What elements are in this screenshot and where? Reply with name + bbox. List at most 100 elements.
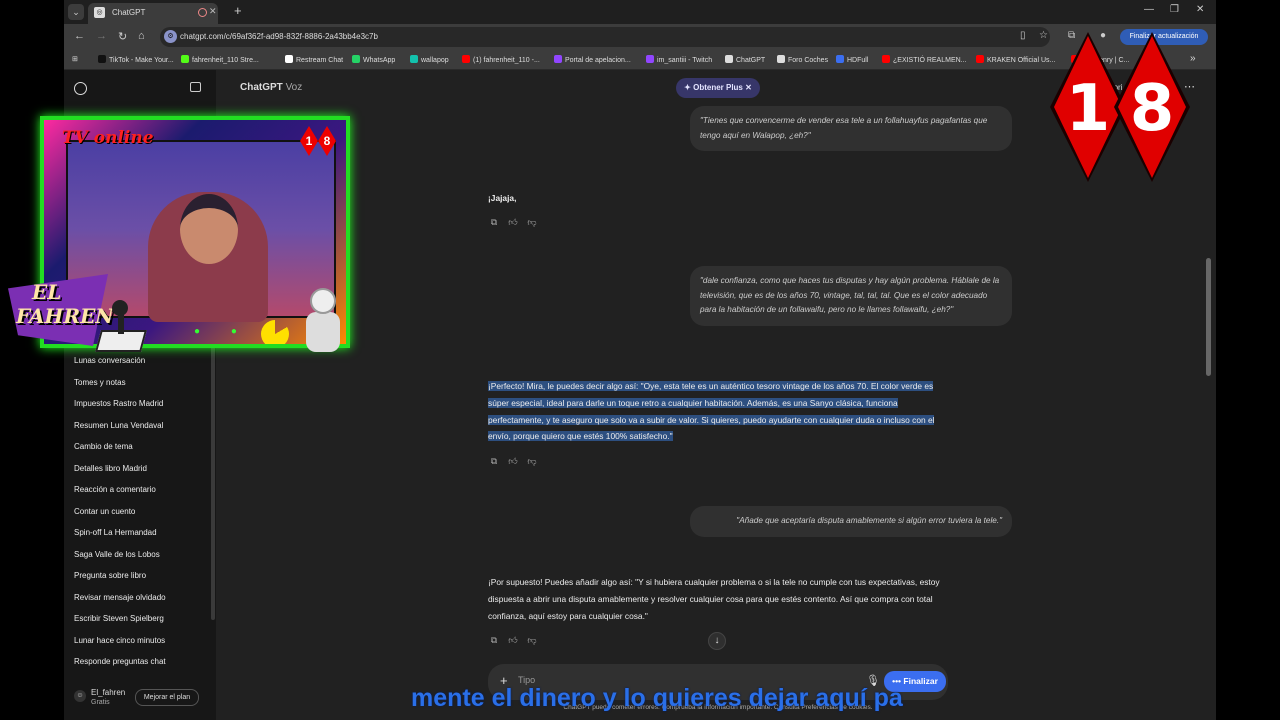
maximize-icon[interactable]: ❐ xyxy=(1170,4,1179,15)
bookmark-star-icon[interactable]: ☆ xyxy=(1039,30,1048,41)
sidebar-chat-item[interactable]: Reacción a comentario xyxy=(64,481,216,503)
sidebar-chat-item[interactable]: Escribir Steven Spielberg xyxy=(64,610,216,632)
sidebar-chat-item[interactable]: Spin-off La Hermandad xyxy=(64,524,216,546)
chat-main: ChatGPT Voz ✦ Obtener Plus ✕ ▤ Memori ⋯ … xyxy=(216,70,1216,720)
bookmark-item[interactable]: Portal de apelacion... xyxy=(554,55,631,64)
bookmark-favicon-icon xyxy=(646,55,654,63)
bookmark-item[interactable]: ChatGPT xyxy=(725,55,765,64)
home-icon[interactable]: ⌂ xyxy=(138,30,145,42)
close-tab-icon[interactable]: ✕ xyxy=(209,6,217,17)
sidebar-toggle-icon[interactable] xyxy=(190,82,201,92)
recording-icon xyxy=(198,8,207,17)
bookmark-item[interactable]: im_santiii - Twitch xyxy=(646,55,712,64)
get-plus-button[interactable]: ✦ Obtener Plus ✕ xyxy=(676,78,760,98)
bookmark-item[interactable]: Foro Coches xyxy=(777,55,828,64)
reload-icon[interactable]: ↻ xyxy=(118,30,127,43)
sidebar-chat-item[interactable]: Tomes y notas xyxy=(64,374,216,396)
bookmark-item[interactable]: wallapop xyxy=(410,55,449,64)
bookmark-favicon-icon xyxy=(410,55,418,63)
selected-text: ¡Perfecto! Mira, le puedes decir algo as… xyxy=(488,381,935,442)
bookmark-label: ¿EXISTIÓ REALMEN... xyxy=(893,57,967,64)
bookmark-item[interactable]: KRAKEN Official Us... xyxy=(976,55,1055,64)
user-panel[interactable]: ☺ El_fahren Gratis Mejorar el plan xyxy=(64,682,216,720)
assistant-message-1: ¡Jajaja, xyxy=(488,193,517,203)
avatar[interactable]: ☺ xyxy=(74,690,86,702)
sidebar-chat-item[interactable]: Impuestos Rastro Madrid xyxy=(64,395,216,417)
user-message-1: "Tienes que convencerme de vender esa te… xyxy=(690,106,1012,151)
model-name: ChatGPT xyxy=(240,82,283,93)
url-text: chatgpt.com/c/69af362f-ad98-832f-8886-2a… xyxy=(180,32,378,41)
bookmark-label: Portal de apelacion... xyxy=(565,57,631,64)
extensions-icon[interactable]: ⧉ xyxy=(1068,30,1075,41)
tv-online-logo: TV online xyxy=(62,128,154,148)
sparkle-icon: ✦ xyxy=(684,83,691,92)
more-options-icon[interactable]: ⋯ xyxy=(1184,80,1195,93)
sidebar-chat-item[interactable]: Resumen Luna Vendaval xyxy=(64,417,216,439)
copy-icon[interactable]: ⧉ xyxy=(488,216,500,228)
bookmark-item[interactable]: HDFull xyxy=(836,55,868,64)
thumbs-down-icon[interactable]: 👎︎ xyxy=(526,216,538,228)
browser-tab[interactable]: ◎ ChatGPT ✕ xyxy=(88,3,218,24)
copy-icon[interactable]: ⧉ xyxy=(488,634,500,646)
scroll-down-icon[interactable]: ↓ xyxy=(708,632,726,650)
astronaut-icon xyxy=(300,288,348,356)
bookmark-label: Restream Chat xyxy=(296,57,344,64)
sidebar-chat-item[interactable]: Revisar mensaje olvidado xyxy=(64,589,216,611)
thumbs-up-icon[interactable]: 👍︎ xyxy=(507,216,519,228)
profile-icon[interactable]: ● xyxy=(1100,30,1106,41)
bookmark-label: WhatsApp xyxy=(363,57,396,64)
sidebar-chat-item[interactable]: Cambio de tema xyxy=(64,438,216,460)
bookmark-favicon-icon xyxy=(836,55,844,63)
bookmark-favicon-icon xyxy=(976,55,984,63)
chat-scrollbar[interactable] xyxy=(1206,258,1211,376)
copy-icon[interactable]: ⧉ xyxy=(488,455,500,467)
bookmark-favicon-icon xyxy=(882,55,890,63)
thumbs-up-icon[interactable]: 👍︎ xyxy=(507,455,519,467)
bookmark-favicon-icon xyxy=(98,55,106,63)
sidebar-chat-item[interactable]: Lunar hace cinco minutos xyxy=(64,632,216,654)
bookmark-item[interactable]: ¿EXISTIÓ REALMEN... xyxy=(882,55,967,64)
sidebar-chat-item[interactable]: Detalles libro Madrid xyxy=(64,460,216,482)
bookmark-item[interactable]: WhatsApp xyxy=(352,55,395,64)
tab-search-icon[interactable]: ⌄ xyxy=(68,4,84,20)
address-bar-row: ← → ↻ ⌂ ⚙ chatgpt.com/c/69af362f-ad98-83… xyxy=(64,24,1216,50)
bookmark-label: (1) fahrenheit_110 -... xyxy=(473,57,540,64)
thumbs-down-icon[interactable]: 👎︎ xyxy=(526,634,538,646)
browser-tab-bar: ⌄ ◎ ChatGPT ✕ + — ❐ ✕ xyxy=(64,0,1216,24)
update-button[interactable]: Finalizar actualización xyxy=(1120,29,1208,45)
user-message-2: "dale confianza, como que haces tus disp… xyxy=(690,266,1012,326)
site-info-icon[interactable]: ⚙ xyxy=(164,30,177,43)
live-subtitle: mente el dinero y lo quieres dejar aquí … xyxy=(411,684,903,712)
sidebar-chat-item[interactable]: Contar un cuento xyxy=(64,503,216,525)
bookmark-item[interactable]: Restream Chat xyxy=(285,55,343,64)
model-mode: Voz xyxy=(285,82,303,93)
window-close-icon[interactable]: ✕ xyxy=(1196,4,1204,15)
thumbs-up-icon[interactable]: 👍︎ xyxy=(507,634,519,646)
bookmark-item[interactable]: fahrenheit_110 Stre... xyxy=(181,55,259,64)
sidebar-chat-item[interactable]: Pregunta sobre libro xyxy=(64,567,216,589)
message-actions-3: ⧉ 👍︎ 👎︎ xyxy=(488,634,545,646)
forward-icon[interactable]: → xyxy=(96,30,107,42)
more-bookmarks-icon[interactable]: » xyxy=(1190,53,1196,64)
url-field[interactable]: ⚙ chatgpt.com/c/69af362f-ad98-832f-8886-… xyxy=(160,27,1050,47)
bookmark-label: TikTok - Make Your... xyxy=(109,57,174,64)
upgrade-plan-button[interactable]: Mejorar el plan xyxy=(135,689,199,706)
openai-logo-icon[interactable] xyxy=(74,82,87,95)
minimize-icon[interactable]: — xyxy=(1144,4,1154,15)
bookmark-item[interactable]: TikTok - Make Your... xyxy=(98,55,174,64)
back-icon[interactable]: ← xyxy=(74,30,85,42)
thumbs-down-icon[interactable]: 👎︎ xyxy=(526,455,538,467)
bookmark-item[interactable]: (1) fahrenheit_110 -... xyxy=(462,55,540,64)
chat-history-list: Lunas conversación Tomes y notas Impuestos… xyxy=(64,352,216,675)
screen: ⌄ ◎ ChatGPT ✕ + — ❐ ✕ ← → ↻ ⌂ ⚙ chatgpt.… xyxy=(64,0,1216,720)
sidebar-chat-item[interactable]: Responde preguntas chat xyxy=(64,653,216,675)
bookmark-favicon-icon xyxy=(554,55,562,63)
new-tab-icon[interactable]: + xyxy=(234,3,242,18)
sidebar-chat-item[interactable]: Saga Valle de los Lobos xyxy=(64,546,216,568)
model-selector[interactable]: ChatGPT Voz xyxy=(240,82,302,93)
bookmark-favicon-icon xyxy=(181,55,189,63)
page-icon[interactable]: ▯ xyxy=(1020,30,1026,41)
bookmark-label: HDFull xyxy=(847,57,869,64)
apps-grid-icon[interactable]: ⊞ xyxy=(72,55,78,63)
dismiss-plus-icon[interactable]: ✕ xyxy=(745,83,752,92)
